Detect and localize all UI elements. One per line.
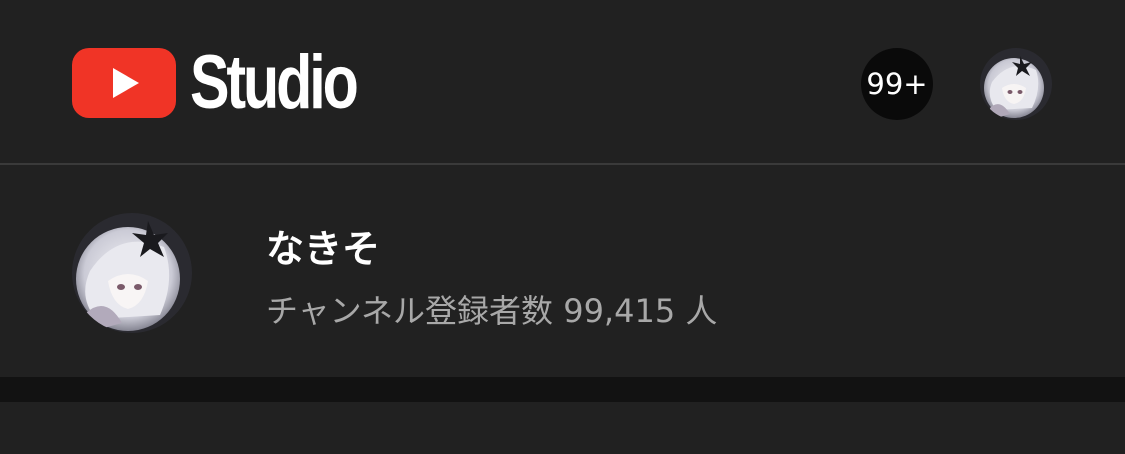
channel-avatar-icon bbox=[72, 213, 192, 333]
channel-summary[interactable]: なきそ チャンネル登録者数 99,415 人 bbox=[0, 165, 1125, 377]
content-area bbox=[0, 402, 1125, 454]
channel-name: なきそ bbox=[266, 227, 381, 271]
subscriber-count: チャンネル登録者数 99,415 人 bbox=[266, 292, 718, 330]
logo-studio-text: Studio bbox=[190, 40, 359, 125]
studio-page: Studio 99+ なきそ チャンネル登録者数 99,415 人 bbox=[0, 0, 1125, 454]
notification-count-badge: 99+ bbox=[866, 67, 928, 101]
youtube-play-icon bbox=[72, 48, 176, 118]
section-separator bbox=[0, 377, 1125, 402]
channel-avatar bbox=[72, 213, 192, 333]
app-header: Studio 99+ bbox=[0, 0, 1125, 164]
avatar-icon bbox=[980, 48, 1052, 120]
account-avatar-button[interactable] bbox=[980, 48, 1052, 120]
notifications-button[interactable]: 99+ bbox=[861, 48, 933, 120]
